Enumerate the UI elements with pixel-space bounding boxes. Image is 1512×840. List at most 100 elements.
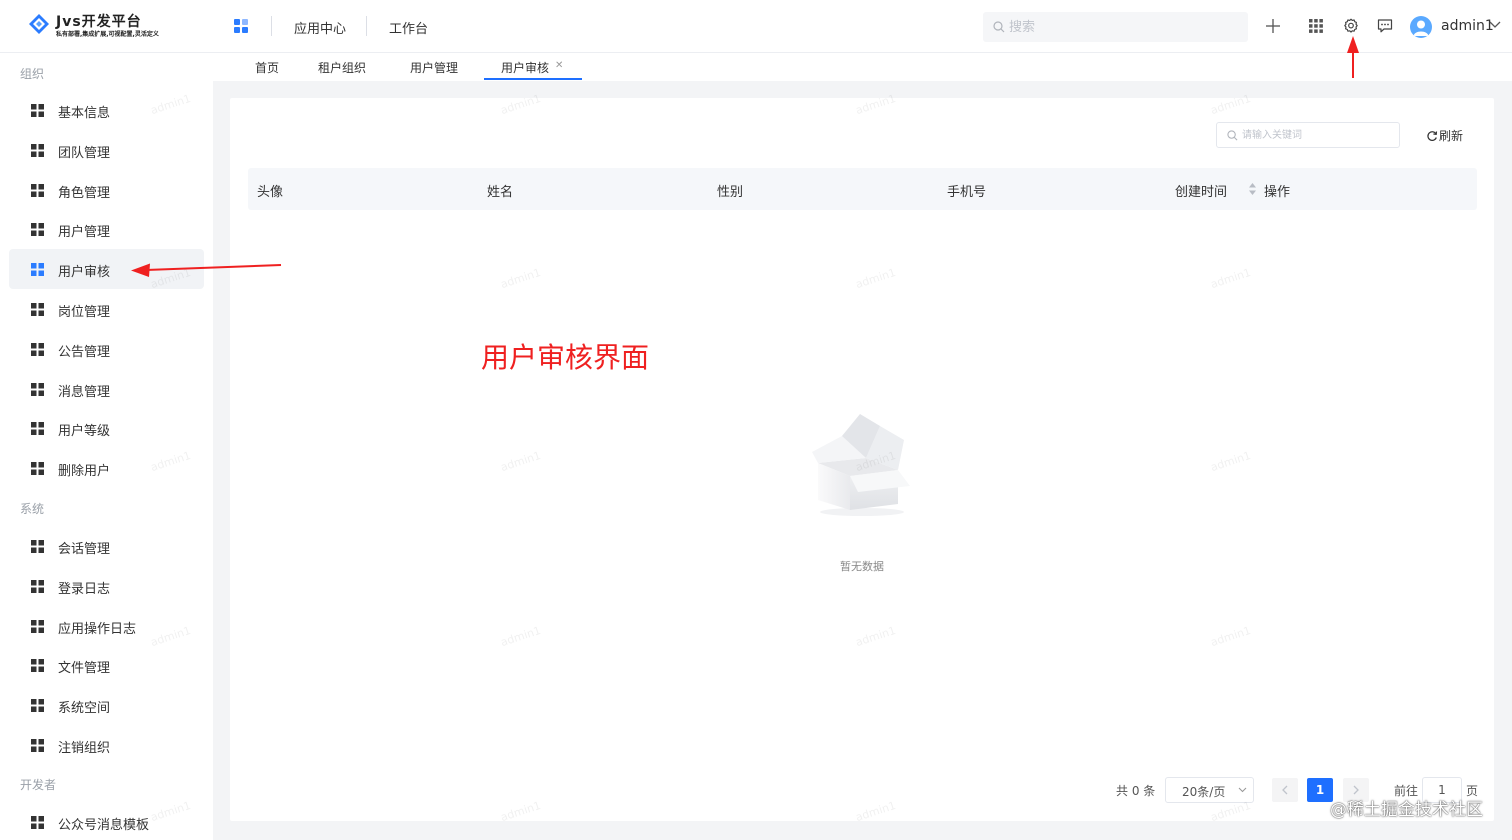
sidebar-item[interactable]: 用户管理 [9, 209, 204, 249]
sidebar-item-label: 删除用户 [58, 464, 111, 479]
empty-state-text: 暂无数据 [840, 560, 884, 573]
app-switcher-icon[interactable] [233, 18, 249, 34]
sort-icon[interactable] [1248, 182, 1257, 196]
sidebar: 组织基本信息团队管理角色管理用户管理用户审核岗位管理公告管理消息管理用户等级删除… [0, 53, 213, 840]
page-size-value: 20条/页 [1182, 785, 1226, 799]
sidebar-item[interactable]: 会话管理 [9, 526, 204, 566]
sidebar-item[interactable]: 登录日志 [9, 566, 204, 606]
grid-icon [31, 699, 44, 712]
sidebar-group-label: 系统 [20, 502, 45, 516]
grid-icon [31, 303, 44, 316]
sidebar-item-label: 岗位管理 [58, 305, 111, 320]
sidebar-item-label: 角色管理 [58, 186, 111, 201]
nav-app-center[interactable]: 应用中心 [294, 18, 346, 37]
grid-icon [31, 659, 44, 672]
refresh-button[interactable]: 刷新 [1426, 127, 1463, 144]
grid-icon [31, 816, 44, 829]
user-name[interactable]: admin1 [1441, 18, 1494, 34]
search-icon [1227, 130, 1238, 141]
sidebar-item-label: 用户审核 [58, 265, 111, 280]
sidebar-item[interactable]: 文件管理 [9, 645, 204, 685]
column-actions: 操作 [1264, 185, 1291, 200]
plus-icon[interactable] [1264, 17, 1282, 35]
column-created-time[interactable]: 创建时间 [1175, 181, 1227, 200]
chevron-down-icon[interactable] [1489, 21, 1501, 29]
tab-user-management[interactable]: 用户管理 [410, 59, 458, 76]
sidebar-item-label: 系统空间 [58, 701, 111, 716]
sidebar-item[interactable]: 应用操作日志 [9, 606, 204, 646]
sidebar-item[interactable]: 公告管理 [9, 329, 204, 369]
empty-box-icon [812, 414, 910, 516]
active-tab-indicator [484, 78, 582, 80]
sidebar-item-label: 公众号消息模板 [58, 818, 150, 833]
search-icon [993, 21, 1005, 33]
sidebar-item[interactable]: 注销组织 [9, 725, 204, 765]
message-icon[interactable] [1376, 17, 1394, 35]
refresh-icon [1427, 131, 1438, 141]
close-icon[interactable]: ✕ [555, 60, 563, 71]
user-audit-panel: 刷新 头像 姓名 性别 手机号 创建时间 操作 暂无数据 共 0 条 20条/页… [230, 98, 1494, 821]
header-divider [271, 16, 272, 36]
app-grid-icon[interactable] [1307, 17, 1325, 35]
column-name: 姓名 [487, 185, 514, 200]
tab-user-audit[interactable]: 用户审核 [501, 59, 549, 76]
sidebar-item[interactable]: 系统空间 [9, 685, 204, 725]
column-phone: 手机号 [947, 185, 987, 200]
user-avatar[interactable] [1410, 16, 1432, 38]
brand-title: Jvs开发平台 [56, 14, 142, 30]
sidebar-item[interactable]: 删除用户 [9, 448, 204, 488]
header-divider [366, 16, 367, 36]
page-size-select[interactable]: 20条/页 [1165, 777, 1254, 803]
logo-mark-icon [29, 14, 49, 34]
nav-workbench[interactable]: 工作台 [389, 18, 428, 37]
user-avatar-icon [1413, 20, 1429, 36]
grid-icon [31, 184, 44, 197]
sidebar-item-label: 文件管理 [58, 661, 111, 676]
global-search-input[interactable] [1009, 17, 1229, 37]
chevron-right-icon [1353, 785, 1359, 795]
table-header: 头像 姓名 性别 手机号 创建时间 操作 [248, 168, 1477, 210]
sidebar-item-label: 会话管理 [58, 542, 111, 557]
sidebar-item[interactable]: 基本信息 [9, 90, 204, 130]
grid-icon [31, 104, 44, 117]
sidebar-item-label: 消息管理 [58, 385, 111, 400]
grid-icon [31, 620, 44, 633]
annotation-label: 用户审核界面 [481, 341, 650, 374]
grid-icon [31, 383, 44, 396]
page-tabs: 首页 租户组织 用户管理 用户审核 ✕ [213, 53, 1512, 81]
refresh-label: 刷新 [1439, 129, 1464, 143]
sidebar-item-label: 团队管理 [58, 146, 111, 161]
grid-icon [31, 462, 44, 475]
keyword-search[interactable] [1216, 122, 1400, 148]
sidebar-item-label: 应用操作日志 [58, 622, 137, 637]
sidebar-item-label: 用户等级 [58, 424, 111, 439]
chevron-down-icon [1238, 787, 1247, 793]
grid-icon [31, 343, 44, 356]
grid-icon [31, 223, 44, 236]
grid-icon [31, 540, 44, 553]
sidebar-item[interactable]: 岗位管理 [9, 289, 204, 329]
brand-logo[interactable]: Jvs开发平台 私有部署,集成扩展,可视配置,灵活定义 [26, 11, 186, 41]
sidebar-item[interactable]: 用户等级 [9, 408, 204, 448]
global-search[interactable] [983, 12, 1248, 42]
grid-icon [31, 144, 44, 157]
sidebar-item-label: 用户管理 [58, 225, 111, 240]
brand-subtitle: 私有部署,集成扩展,可视配置,灵活定义 [56, 31, 159, 38]
sidebar-item-label: 登录日志 [58, 582, 111, 597]
sidebar-item-label: 注销组织 [58, 741, 111, 756]
gear-icon[interactable] [1342, 17, 1360, 35]
sidebar-item[interactable]: 角色管理 [9, 170, 204, 210]
sidebar-item[interactable]: 公众号消息模板 [9, 802, 204, 840]
sidebar-group-label: 组织 [20, 67, 45, 81]
tab-home[interactable]: 首页 [255, 59, 279, 76]
sidebar-item[interactable]: 用户审核 [9, 249, 204, 289]
prev-page-button[interactable] [1272, 778, 1298, 802]
top-header: Jvs开发平台 私有部署,集成扩展,可视配置,灵活定义 应用中心 工作台 adm… [0, 0, 1512, 53]
tab-tenant-org[interactable]: 租户组织 [318, 59, 366, 76]
column-gender: 性别 [717, 185, 744, 200]
grid-icon [31, 263, 44, 276]
keyword-search-input[interactable] [1242, 126, 1392, 144]
sidebar-item[interactable]: 消息管理 [9, 369, 204, 409]
grid-icon [31, 739, 44, 752]
sidebar-item[interactable]: 团队管理 [9, 130, 204, 170]
